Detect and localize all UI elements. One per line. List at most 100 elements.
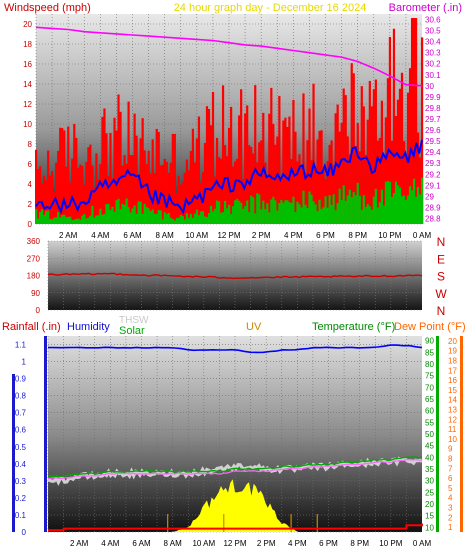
rain-tick-label: 0.7 xyxy=(15,409,27,418)
temperature-tick-label: 20 xyxy=(425,500,434,509)
temperature-tick-label: 35 xyxy=(425,465,434,474)
wind-tick-label: 20 xyxy=(23,20,32,29)
wind-gust-bar xyxy=(173,133,176,224)
wind-base-bar xyxy=(316,211,319,224)
wind-tick-label: 0 xyxy=(28,220,33,229)
wind-base-bar xyxy=(129,212,132,224)
wind-base-bar xyxy=(103,213,106,224)
wind-base-bar xyxy=(45,210,48,224)
wind-gust-bar xyxy=(79,164,82,224)
barometer-tick-label: 29.4 xyxy=(425,148,441,157)
wind-base-bar xyxy=(51,219,54,224)
wind-base-bar xyxy=(141,213,144,224)
wind-base-bar xyxy=(298,204,301,224)
bottom-x-label: 2 AM xyxy=(70,539,89,548)
wind-gust-bar xyxy=(51,171,54,224)
wind-base-bar xyxy=(362,195,365,224)
wind-base-bar xyxy=(412,178,416,224)
wind-base-bar xyxy=(211,211,215,224)
wind-base-bar xyxy=(421,177,424,224)
wind-gust-bar xyxy=(119,111,122,224)
wind-base-bar xyxy=(109,209,112,224)
bottom-x-label: 0 AM xyxy=(413,539,432,548)
rain-tick-label: 0.5 xyxy=(15,443,27,452)
wind-base-bar xyxy=(378,202,381,224)
direction-compass-label: S xyxy=(437,270,445,284)
barometer-tick-label: 29 xyxy=(425,192,434,201)
wind-base-bar xyxy=(276,210,279,224)
wind-base-bar xyxy=(159,210,162,224)
wind-base-bar xyxy=(137,201,140,224)
rain-axis-bar xyxy=(12,374,15,532)
wind-base-bar xyxy=(402,195,406,224)
legend-dewpoint: Dew Point (°F) xyxy=(394,321,466,333)
wind-base-bar xyxy=(234,200,237,224)
wind-base-bar xyxy=(282,202,285,224)
wind-base-bar xyxy=(207,213,211,224)
rain-tick-label: 0.3 xyxy=(15,477,27,486)
wind-base-bar xyxy=(258,194,261,224)
wind-gust-bar xyxy=(254,85,257,224)
wind-base-bar xyxy=(205,217,209,224)
wind-base-bar xyxy=(199,211,203,224)
wind-base-bar xyxy=(53,217,56,224)
uv-tick-label: 6 xyxy=(448,474,453,483)
wind-base-bar xyxy=(167,213,170,224)
direction-compass-label: W xyxy=(435,287,447,301)
wind-tick-label: 4 xyxy=(28,180,33,189)
wind-base-bar xyxy=(324,196,327,224)
direction-tick-label: 90 xyxy=(31,289,40,298)
wind-base-bar xyxy=(388,181,392,224)
wind-base-bar xyxy=(127,207,130,224)
wind-base-bar xyxy=(328,195,331,224)
wind-base-bar xyxy=(318,199,321,224)
wind-base-bar xyxy=(187,217,190,224)
wind-gust-bar xyxy=(135,135,138,224)
wind-base-bar xyxy=(288,202,291,224)
wind-base-bar xyxy=(330,204,333,224)
wind-base-bar xyxy=(165,213,168,224)
wind-base-bar xyxy=(147,208,150,224)
wind-base-bar xyxy=(43,214,46,224)
wind-base-bar xyxy=(314,204,317,224)
wind-base-bar xyxy=(61,214,64,224)
wind-base-bar xyxy=(177,217,180,224)
wind-base-bar xyxy=(105,204,108,224)
wind-gust-bar xyxy=(37,169,40,224)
wind-base-bar xyxy=(400,196,404,224)
wind-base-bar xyxy=(380,189,383,224)
rain-tick-label: 1 xyxy=(22,358,27,367)
wind-base-bar xyxy=(292,196,295,224)
dewpoint-axis-bar xyxy=(460,336,463,532)
temperature-tick-label: 70 xyxy=(425,383,434,392)
wind-base-bar xyxy=(57,212,60,224)
wind-base-bar xyxy=(280,199,283,224)
wind-base-bar xyxy=(111,206,114,224)
wind-base-bar xyxy=(320,209,323,224)
wind-base-bar xyxy=(67,216,70,224)
wind-base-bar xyxy=(326,207,329,224)
wind-base-bar xyxy=(183,219,186,224)
wind-base-bar xyxy=(59,217,62,224)
wind-base-bar xyxy=(382,205,386,224)
barometer-tick-label: 29.2 xyxy=(425,170,441,179)
wind-base-bar xyxy=(332,194,335,224)
wind-base-bar xyxy=(69,216,72,224)
wind-base-bar xyxy=(81,215,84,224)
wind-tick-label: 12 xyxy=(23,100,32,109)
wind-base-bar xyxy=(290,202,293,224)
wind-gust-bar xyxy=(81,165,84,224)
temperature-tick-label: 80 xyxy=(425,360,434,369)
wind-base-bar xyxy=(193,213,197,224)
rain-tick-label: 1.1 xyxy=(15,341,27,350)
bottom-x-label: 6 AM xyxy=(132,539,151,548)
barometer-tick-label: 28.8 xyxy=(425,214,441,223)
wind-base-bar xyxy=(390,196,394,224)
wind-base-bar xyxy=(410,190,414,224)
wind-base-bar xyxy=(370,209,373,224)
wind-base-bar xyxy=(189,213,193,224)
temperature-tick-label: 60 xyxy=(425,407,434,416)
wind-base-bar xyxy=(125,198,128,224)
wind-gust-bar xyxy=(103,108,106,224)
wind-base-bar xyxy=(246,200,249,224)
